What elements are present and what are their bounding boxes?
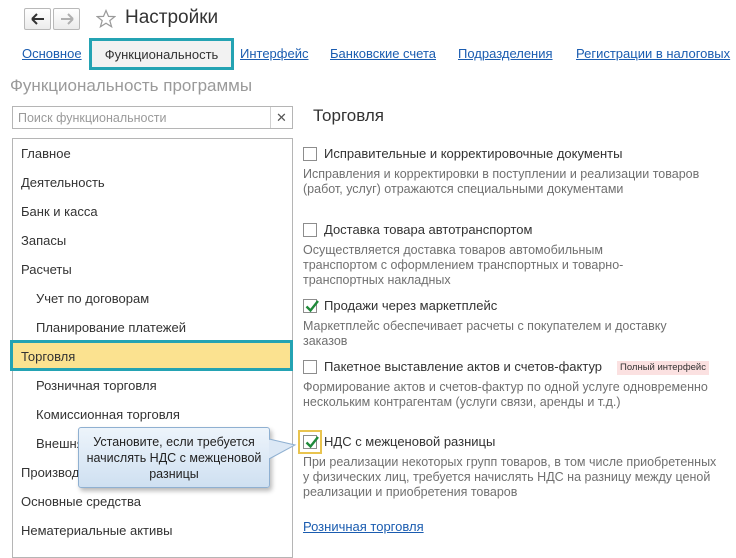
panel-title: Торговля xyxy=(313,106,385,125)
option-checkbox[interactable] xyxy=(303,147,317,161)
category-item[interactable]: Деятельность xyxy=(13,169,292,197)
category-item[interactable]: Розничная торговля xyxy=(13,372,292,400)
page-title: Настройки xyxy=(125,7,219,28)
option-checkbox[interactable] xyxy=(303,299,319,313)
close-icon: ✕ xyxy=(276,109,287,125)
option-checkbox[interactable] xyxy=(303,435,319,449)
option-description: Осуществляется доставка товаров автомоби… xyxy=(303,243,624,287)
option-label[interactable]: Исправительные и корректировочные докуме… xyxy=(324,146,622,161)
tab-functionality[interactable]: Функциональность xyxy=(89,38,234,70)
clear-search-button[interactable]: ✕ xyxy=(270,107,292,128)
option-label[interactable]: Продажи через маркетплейс xyxy=(324,298,497,313)
tab-functionality-label: Функциональность xyxy=(104,47,219,62)
tab-tax-registrations[interactable]: Регистрации в налоговых xyxy=(576,46,730,61)
checkmark-icon xyxy=(305,436,319,449)
option-checkbox[interactable] xyxy=(303,223,317,237)
arrow-right-icon xyxy=(60,13,74,25)
tab-bank-accounts[interactable]: Банковские счета xyxy=(330,46,436,61)
checkmark-icon xyxy=(305,300,319,313)
category-item[interactable]: Комиссионная торговля xyxy=(13,401,292,429)
star-icon[interactable] xyxy=(96,9,116,29)
search-input[interactable] xyxy=(13,107,276,128)
category-item[interactable]: Расчеты xyxy=(13,256,292,284)
option-description: При реализации некоторых групп товаров, … xyxy=(303,455,717,499)
category-item[interactable]: Основные средства xyxy=(13,488,292,516)
option-checkbox[interactable] xyxy=(303,360,317,374)
arrow-left-icon xyxy=(30,13,44,25)
option-label[interactable]: Доставка товара автотранспортом xyxy=(324,222,532,237)
callout-pointer-icon xyxy=(269,438,297,460)
tooltip-callout: Установите, если требуется начислять НДС… xyxy=(78,427,270,488)
back-button[interactable] xyxy=(24,8,51,30)
section-title: Функциональность программы xyxy=(10,76,253,95)
category-item[interactable]: Учет по договорам xyxy=(13,285,292,313)
category-item[interactable]: Планирование платежей xyxy=(13,314,292,342)
full-interface-badge: Полный интерфейс xyxy=(617,361,709,375)
category-item[interactable]: Банк и касса xyxy=(13,198,292,226)
forward-button[interactable] xyxy=(53,8,80,30)
option-label[interactable]: НДС с межценовой разницы xyxy=(324,434,495,449)
tab-departments[interactable]: Подразделения xyxy=(458,46,553,61)
option-description: Исправления и корректировки в поступлени… xyxy=(303,167,700,196)
retail-trade-link[interactable]: Розничная торговля xyxy=(303,519,424,534)
category-item[interactable]: Главное xyxy=(13,140,292,168)
tooltip-text: Установите, если требуется начислять НДС… xyxy=(86,435,262,481)
category-item[interactable]: Запасы xyxy=(13,227,292,255)
selected-category-highlight xyxy=(10,340,293,371)
option-description: Маркетплейс обеспечивает расчеты с покуп… xyxy=(303,319,667,348)
option-description: Формирование актов и счетов-фактур по од… xyxy=(303,380,708,409)
tab-osnovnoe[interactable]: Основное xyxy=(22,46,82,61)
option-label[interactable]: Пакетное выставление актов и счетов-факт… xyxy=(324,359,602,374)
category-item[interactable]: Нематериальные активы xyxy=(13,517,292,545)
search-box: ✕ xyxy=(12,106,293,129)
tab-interface[interactable]: Интерфейс xyxy=(240,46,308,61)
